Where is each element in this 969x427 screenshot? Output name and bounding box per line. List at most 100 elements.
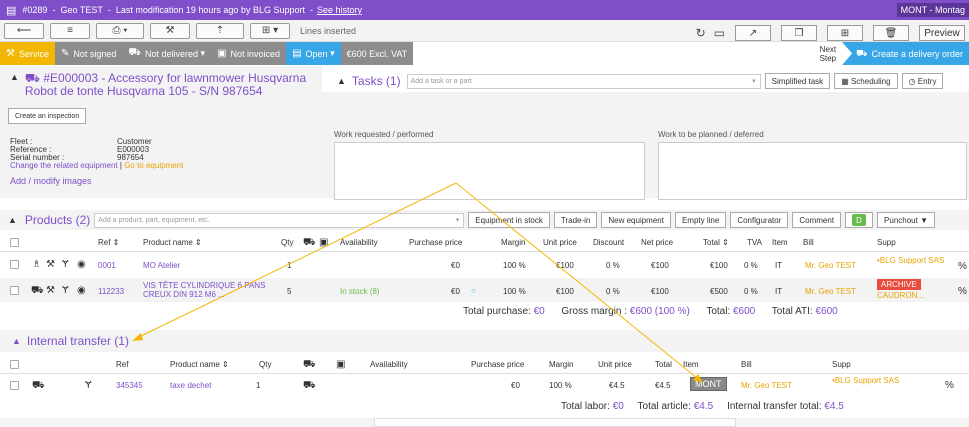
circle-icon[interactable]: ○ [471,286,476,295]
table-row[interactable]: ♗ ⚒ Ɏ ◉ 0001 MO Atelier 1 €0 100 % €100 … [0,253,969,275]
row-tva[interactable]: 0 % [744,287,758,296]
cart-icon[interactable]: ⛟ [32,380,45,393]
col-total[interactable]: Total ⇕ [703,238,729,247]
select-all-checkbox[interactable] [10,238,19,247]
comment-button[interactable]: Comment [792,212,842,228]
create-inspection-button[interactable]: Create an inspection [8,108,87,124]
wrench-icon[interactable]: ⚒ [46,285,55,296]
preview-button[interactable]: Preview [919,25,965,41]
print-button[interactable]: ⎙ ▾ [96,22,144,39]
row-margin[interactable]: 100 % [503,287,526,296]
row-unit[interactable]: €100 [556,261,574,270]
send-button[interactable]: ↗ [735,25,771,41]
tool-icon[interactable]: ♗ [32,259,41,270]
simplified-task-button[interactable]: Simplified task [764,73,831,89]
create-delivery-button[interactable]: ⛟ Create a delivery order [842,42,969,65]
delete-button[interactable]: 🗑 [873,25,909,41]
mont-label[interactable]: MONT - Montag [896,3,969,17]
row-percent[interactable]: % [958,261,967,272]
row-unit[interactable]: €100 [556,287,574,296]
select-all-checkbox[interactable] [10,360,19,369]
row-bill[interactable]: Mr. Geo TEST [805,261,856,270]
eye-icon[interactable]: ◉ [77,259,86,270]
row-ref[interactable]: 112233 [98,287,124,296]
eye-icon[interactable]: ◉ [77,285,86,296]
empty-line-button[interactable]: Empty line [674,212,727,228]
row-bill[interactable]: Mr. Geo TEST [805,287,856,296]
see-history-link[interactable]: See history [317,5,362,15]
table-row[interactable]: ⛟ Ɏ 345345 taxe dechet 1 ⛟ €0 100 % €4.5… [0,374,969,396]
new-equipment-button[interactable]: New equipment [601,212,671,228]
row-qty[interactable]: 1 [256,381,260,390]
row-checkbox[interactable] [10,381,19,390]
table-row[interactable]: ⛟ ⚒ Ɏ ◉ 112233 VIS TÊTE CYLINDRIQUE 6 PA… [0,278,969,302]
row-margin[interactable]: 100 % [503,261,526,270]
row-purchase[interactable]: €0 [451,261,460,270]
row-net[interactable]: €100 [651,287,669,296]
row-percent[interactable]: % [958,286,967,297]
back-button[interactable]: ⟵ [4,22,44,39]
row-ref[interactable]: 0001 [98,261,116,270]
equipment-in-stock-button[interactable]: Equipment in stock [468,212,550,228]
row-name[interactable]: taxe dechet [170,381,211,390]
row-purchase[interactable]: €0 [511,381,520,390]
change-equipment-link[interactable]: Change the related equipment [10,162,118,170]
row-checkbox[interactable] [10,286,19,295]
status-not-signed[interactable]: ✎ Not signed [54,42,123,65]
monitor-icon[interactable]: ▭ [714,26,725,40]
configurator-button[interactable]: Configurator [730,212,789,228]
row-supp[interactable]: •BLG Support SAS [877,256,947,265]
scheduling-button[interactable]: ▦ Scheduling [834,73,898,89]
row-unit[interactable]: €4.5 [609,381,625,390]
row-discount[interactable]: 0 % [606,261,620,270]
row-name[interactable]: MO Atelier [143,261,180,270]
trade-in-button[interactable]: Trade-in [553,212,598,228]
row-checkbox[interactable] [10,260,19,269]
refresh-icon[interactable]: ↻ [696,26,706,40]
cart-icon[interactable]: ⛟ [31,285,44,298]
list-button[interactable]: ≡ [50,22,90,39]
comment-textarea[interactable] [374,418,736,427]
row-purchase[interactable]: €0 [451,287,460,296]
transfer-button[interactable]: ⊞ ▾ [250,22,290,39]
row-tva[interactable]: 0 % [744,261,758,270]
mont-badge[interactable]: MONT [690,377,727,391]
work-requested-textarea[interactable] [334,142,645,200]
status-not-invoiced[interactable]: ▣ Not invoiced [211,42,287,65]
row-ref[interactable]: 345345 [116,381,143,390]
add-product-input[interactable]: Add a product, part, equipment, etc. [94,212,465,228]
status-not-delivered[interactable]: ⛟ Not delivered ▾ [122,42,212,65]
fork-icon[interactable]: Ɏ [85,380,92,391]
row-percent[interactable]: % [945,380,954,391]
client-name[interactable]: Geo TEST [60,5,102,15]
collapse-icon[interactable]: ▲ [12,336,21,346]
collapse-icon[interactable]: ▲ [337,76,346,86]
upload-button[interactable]: ⇡ [196,22,244,39]
row-qty[interactable]: 5 [287,287,291,296]
col-name[interactable]: Product name ⇕ [170,360,229,369]
add-images-link[interactable]: Add / modify images [10,176,322,186]
status-open[interactable]: ▤ Open ▾ [286,42,341,65]
row-qty[interactable]: 1 [287,261,291,270]
status-service[interactable]: ⚒ Service [0,42,55,65]
row-supp[interactable]: CAUDRON... [877,291,924,300]
row-item[interactable]: IT [775,287,782,296]
structure-button[interactable]: ⊞ [827,25,863,41]
row-supp[interactable]: •BLG Support SAS [832,376,902,385]
col-ref[interactable]: Ref ⇕ [98,238,119,247]
row-bill[interactable]: Mr. Geo TEST [741,381,792,390]
go-to-equipment-link[interactable]: Go to equipment [124,162,183,170]
collapse-icon[interactable]: ▲ [8,215,17,225]
row-name[interactable]: VIS TÊTE CYLINDRIQUE 6 PANS CREUX DIN 91… [143,281,268,299]
d-button[interactable]: D [845,212,874,228]
punchout-button[interactable]: Punchout ▼ [877,212,936,228]
delivery-icon[interactable]: ⛟ [303,380,316,393]
row-net[interactable]: €100 [651,261,669,270]
wrench-icon[interactable]: ⚒ [46,259,55,270]
work-planned-textarea[interactable] [658,142,967,200]
entry-button[interactable]: ◷ Entry [901,73,944,89]
col-name[interactable]: Product name ⇕ [143,238,202,247]
equipment-title[interactable]: ⛟ #E000003 - Accessory for lawnmower Hus… [25,72,314,98]
collapse-icon[interactable]: ▲ [10,72,19,98]
row-discount[interactable]: 0 % [606,287,620,296]
